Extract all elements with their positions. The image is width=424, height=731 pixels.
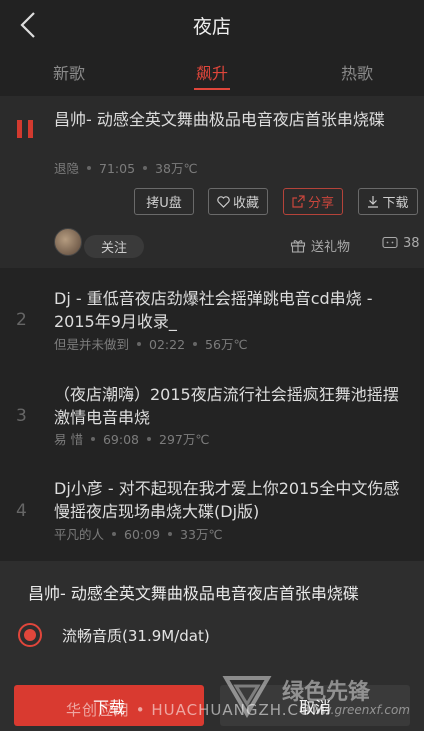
song-row[interactable]: 3 （夜店潮嗨）2015夜店流行社会摇疯狂舞池摇摆激情电音串烧 易 惜 69:08… — [0, 371, 424, 466]
top-bar: 夜店 — [0, 0, 424, 50]
song-list: 昌帅- 动感全英文舞曲极品电音夜店首张串烧碟 退隐 71:05 38万℃ 拷U盘 收… — [0, 96, 424, 561]
quality-radio[interactable] — [18, 623, 42, 647]
avatar[interactable] — [54, 228, 82, 256]
favorite-button[interactable]: 收藏 — [208, 188, 268, 215]
song-meta: 平凡的人 60:09 33万℃ — [54, 524, 223, 543]
sheet-title: 昌帅- 动感全英文舞曲极品电音夜店首张串烧碟 — [28, 584, 359, 603]
song-row-playing[interactable]: 昌帅- 动感全英文舞曲极品电音夜店首张串烧碟 退隐 71:05 38万℃ 拷U盘 收… — [0, 96, 424, 268]
song-title: Dj小彦 - 对不起现在我才爱上你2015全中文伤感慢摇夜店现场串烧大碟(Dj版… — [54, 479, 400, 521]
pause-icon[interactable] — [17, 120, 35, 138]
song-title: （夜店潮嗨）2015夜店流行社会摇疯狂舞池摇摆激情电音串烧 — [54, 385, 399, 427]
song-row[interactable]: 4 Dj小彦 - 对不起现在我才爱上你2015全中文伤感慢摇夜店现场串烧大碟(D… — [0, 466, 424, 561]
song-artist: 退隐 — [54, 161, 80, 176]
page-title: 夜店 — [192, 16, 231, 38]
song-index: 4 — [16, 501, 27, 521]
share-label: 分享 — [307, 196, 334, 211]
song-duration: 69:08 — [102, 432, 140, 447]
watermark-logo-icon — [222, 676, 272, 718]
watermark-brand: 绿色先锋 — [282, 680, 371, 705]
song-index: 2 — [16, 310, 27, 330]
comment-icon — [382, 236, 398, 249]
song-index: 3 — [16, 406, 27, 426]
download-label: 下载 — [382, 196, 409, 211]
tab-rising[interactable]: 飙升 — [177, 60, 247, 84]
quality-label[interactable]: 流畅音质(31.9M/dat) — [62, 625, 210, 646]
song-artist: 但是并未做到 — [54, 337, 130, 352]
favorite-label: 收藏 — [232, 196, 259, 211]
gift-icon — [290, 240, 306, 253]
copy-usb-label: 拷U盘 — [146, 196, 182, 211]
download-icon — [368, 196, 379, 208]
song-duration: 60:09 — [124, 527, 161, 542]
comment-count: 38 — [403, 236, 420, 251]
tab-new-songs[interactable]: 新歌 — [34, 60, 104, 84]
share-button[interactable]: 分享 — [283, 188, 343, 215]
share-icon — [292, 195, 305, 208]
gift-label: 送礼物 — [311, 240, 351, 255]
copy-usb-button[interactable]: 拷U盘 — [134, 188, 194, 215]
song-temperature: 297万℃ — [159, 432, 210, 447]
active-tab-indicator — [194, 88, 230, 90]
watermark-url: www.greenxf.com — [302, 703, 410, 717]
gift-button[interactable]: 送礼物 — [290, 236, 350, 255]
song-temperature: 33万℃ — [180, 527, 223, 542]
song-meta: 但是并未做到 02:22 56万℃ — [54, 334, 248, 353]
song-duration: 02:22 — [149, 337, 186, 352]
song-meta: 易 惜 69:08 297万℃ — [54, 429, 209, 448]
song-title: Dj - 重低音夜店劲爆社会摇弹跳电音cd串烧 - 2015年9月收录_ — [54, 289, 373, 331]
song-title: 昌帅- 动感全英文舞曲极品电音夜店首张串烧碟 — [54, 110, 385, 129]
follow-button[interactable]: 关注 — [84, 235, 144, 258]
comments-button[interactable]: 38 — [382, 236, 420, 251]
song-meta: 退隐 71:05 38万℃ — [54, 158, 198, 177]
song-temperature: 38万℃ — [155, 161, 198, 176]
song-artist: 平凡的人 — [54, 527, 105, 542]
song-artist: 易 惜 — [54, 432, 83, 447]
heart-icon — [217, 195, 230, 208]
song-temperature: 56万℃ — [205, 337, 248, 352]
song-row[interactable]: 2 Dj - 重低音夜店劲爆社会摇弹跳电音cd串烧 - 2015年9月收录_ 但… — [0, 268, 424, 371]
song-duration: 71:05 — [99, 161, 136, 176]
tab-hot-songs[interactable]: 热歌 — [322, 60, 392, 84]
tab-bar: 新歌 飙升 热歌 — [0, 50, 424, 96]
download-button[interactable]: 下载 — [358, 188, 418, 215]
